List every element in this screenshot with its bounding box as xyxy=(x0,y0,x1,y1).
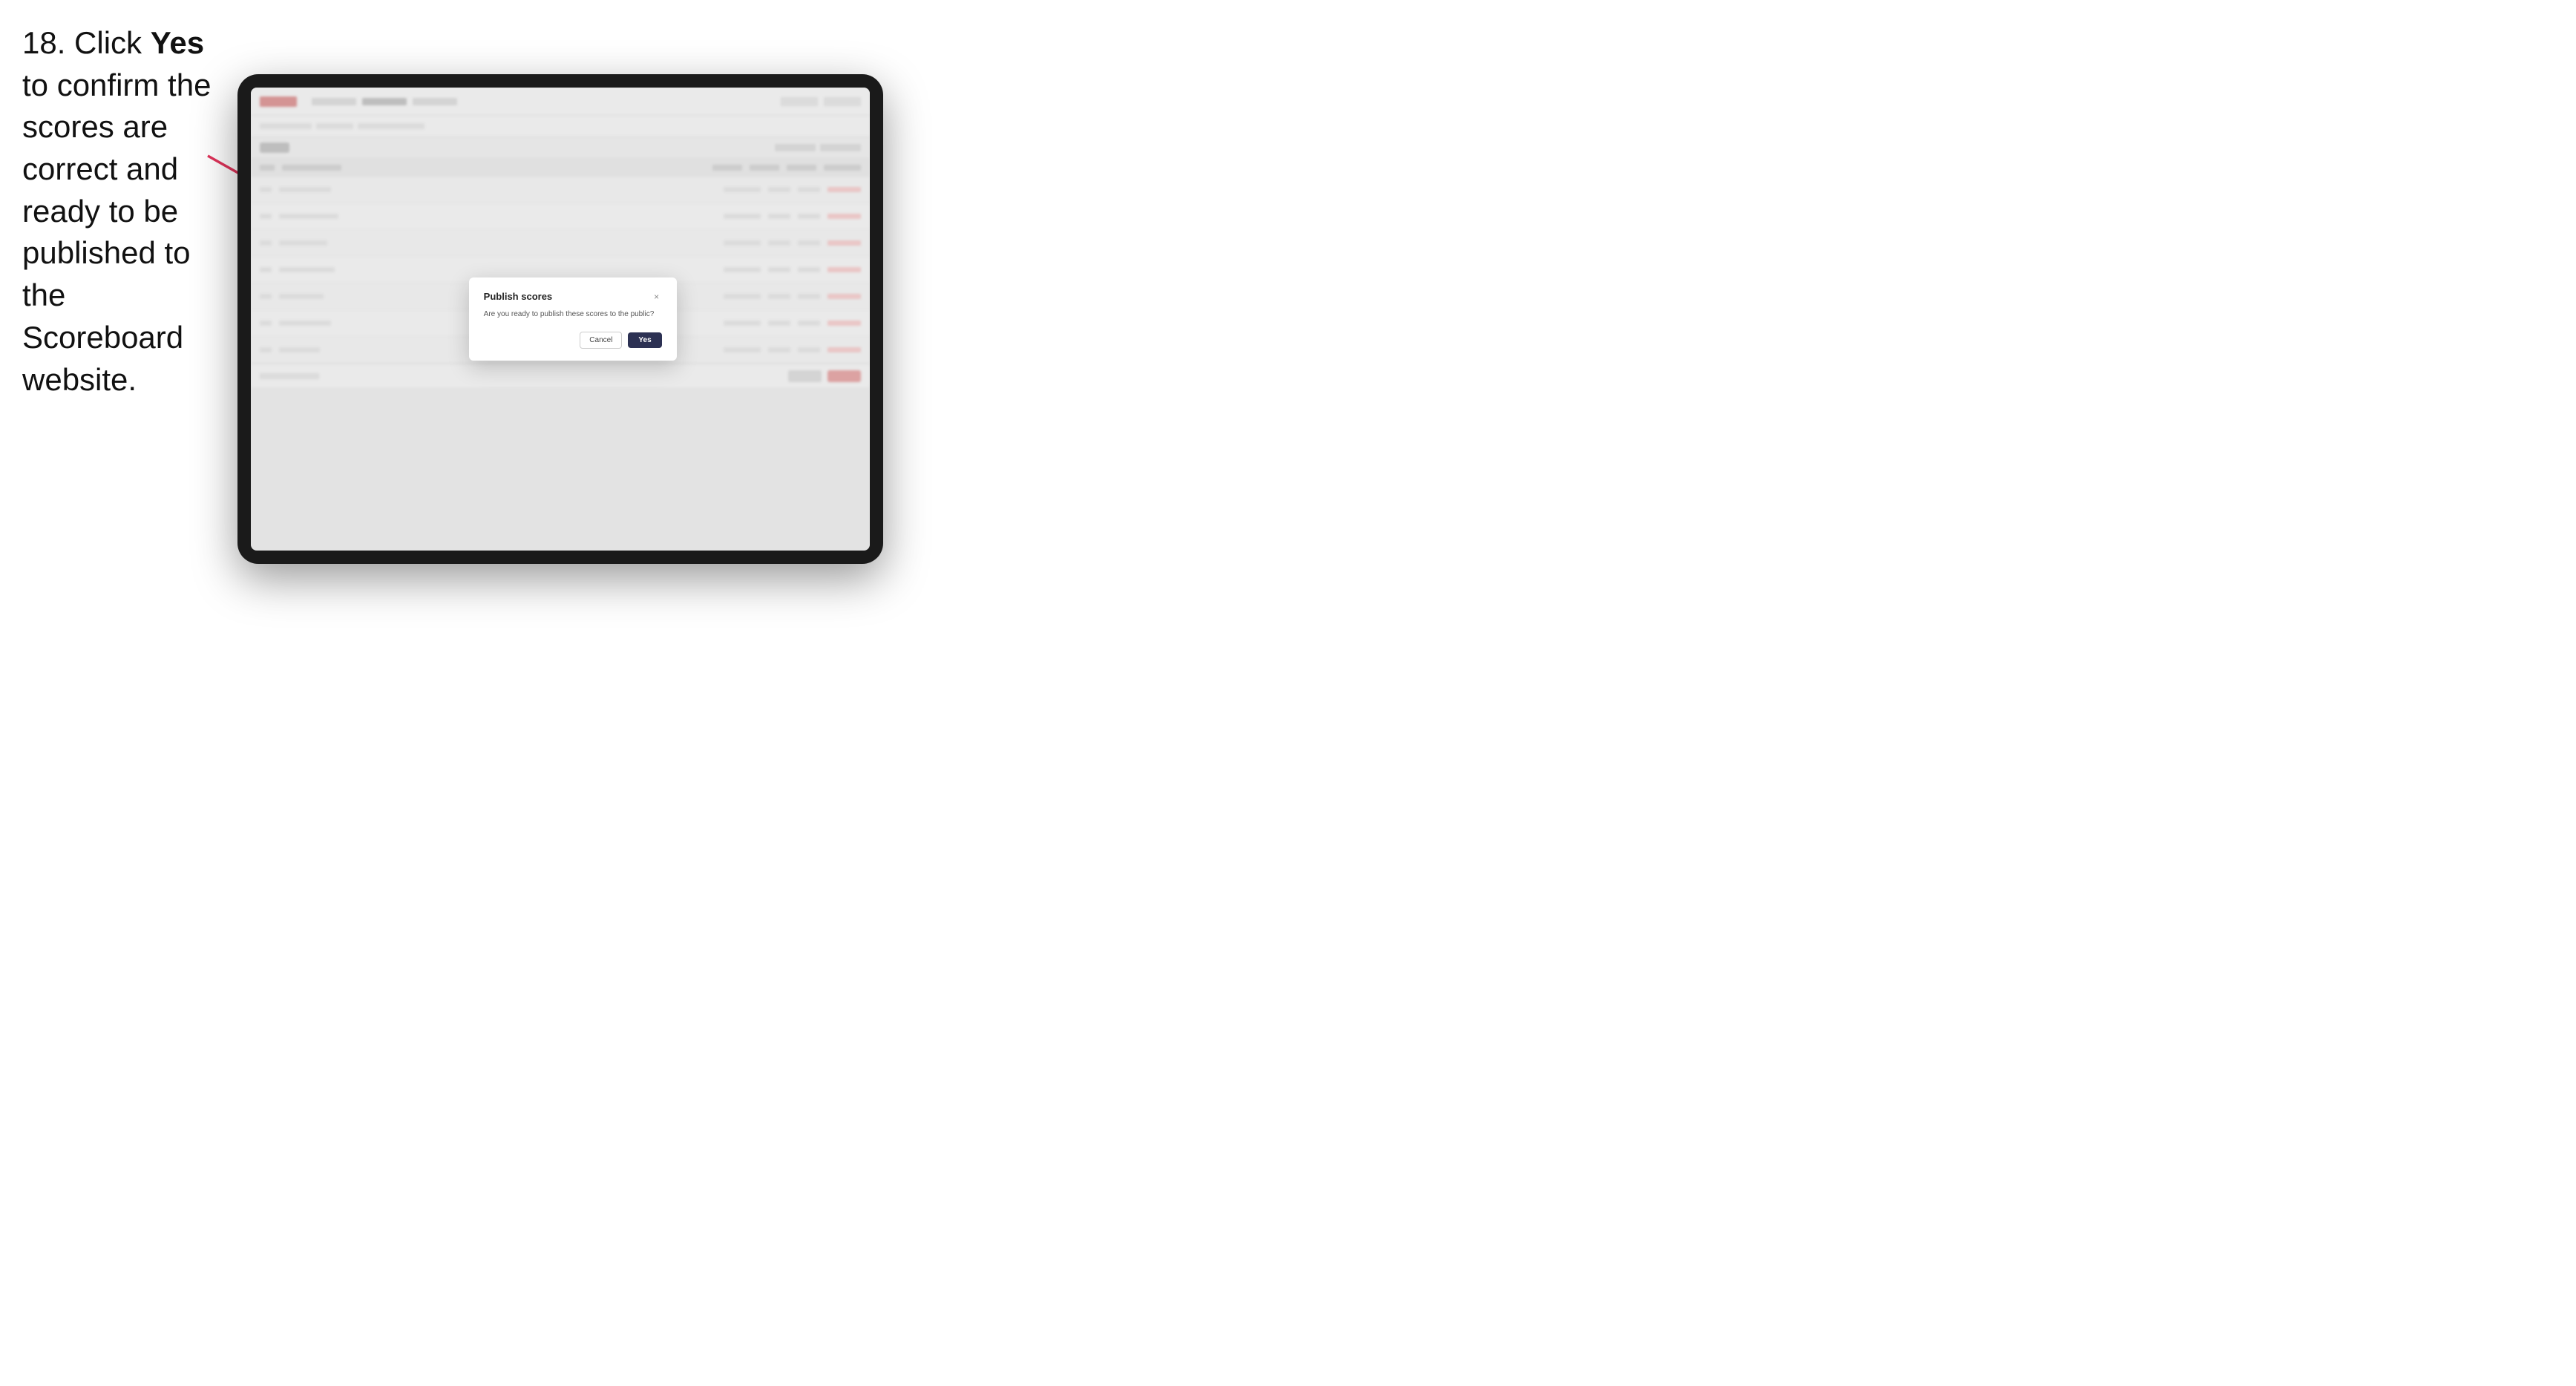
yes-button[interactable]: Yes xyxy=(628,332,661,348)
modal-overlay: Publish scores × Are you ready to publis… xyxy=(251,88,870,551)
instruction-suffix: to confirm the scores are correct and re… xyxy=(22,68,211,397)
step-number: 18. xyxy=(22,25,65,60)
modal-body-text: Are you ready to publish these scores to… xyxy=(484,309,662,320)
modal-header: Publish scores × xyxy=(484,291,662,302)
instruction-prefix: Click xyxy=(65,25,150,60)
close-icon[interactable]: × xyxy=(652,292,662,302)
modal-title: Publish scores xyxy=(484,291,552,302)
tablet-device: Publish scores × Are you ready to publis… xyxy=(237,74,883,564)
instruction-text: 18. Click Yes to confirm the scores are … xyxy=(22,22,230,401)
publish-scores-modal: Publish scores × Are you ready to publis… xyxy=(469,277,677,361)
modal-actions: Cancel Yes xyxy=(484,332,662,349)
instruction-bold: Yes xyxy=(151,25,204,60)
tablet-screen: Publish scores × Are you ready to publis… xyxy=(251,88,870,551)
cancel-button[interactable]: Cancel xyxy=(580,332,622,349)
